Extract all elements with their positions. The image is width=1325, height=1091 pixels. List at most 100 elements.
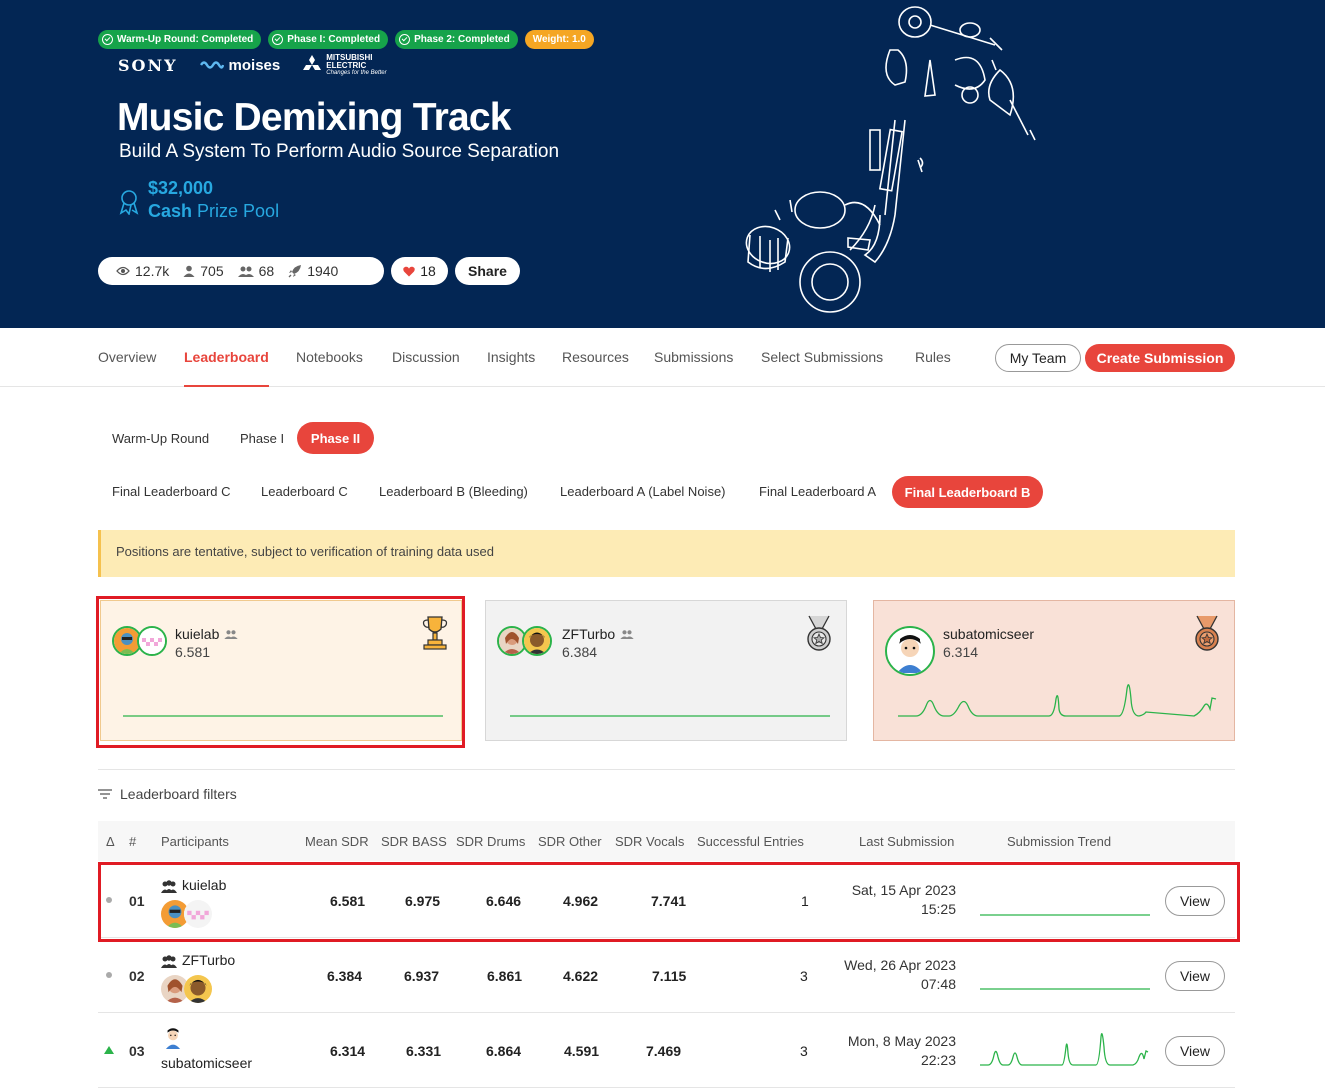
sdr-drums: 6.861 <box>487 968 523 984</box>
nav-discussion[interactable]: Discussion <box>392 349 460 365</box>
challenge-stats: 12.7k 705 68 1940 <box>98 257 384 285</box>
sdr-bass: 6.937 <box>404 968 440 984</box>
filter-icon <box>98 789 112 799</box>
col-rank: # <box>129 834 137 849</box>
participant-name[interactable]: ZFTurbo <box>182 952 235 968</box>
participant-name[interactable]: subatomicseer <box>161 1055 252 1071</box>
rank: 02 <box>129 968 145 984</box>
check-icon <box>102 34 113 45</box>
col-sdr-vocals[interactable]: SDR Vocals <box>615 834 684 849</box>
last-submission: Mon, 8 May 2023 22:23 <box>847 1033 956 1068</box>
submission-trend-chart <box>898 684 1217 717</box>
team-icon <box>620 630 634 639</box>
table-row: 03 subatomicseer 6.314 6.331 6.864 4.591… <box>98 1013 1235 1088</box>
podium-score: 6.314 <box>943 644 979 660</box>
board-tab-final-a[interactable]: Final Leaderboard A <box>759 484 876 499</box>
round-tab-phase-2[interactable]: Phase II <box>297 422 374 454</box>
podium-name: ZFTurbo <box>562 626 634 642</box>
prize-pool: $32,000 Cash Prize Pool <box>118 177 279 223</box>
share-button[interactable]: Share <box>455 257 520 285</box>
status-badges: Warm-Up Round: Completed Phase I: Comple… <box>98 30 594 49</box>
create-submission-button[interactable]: Create Submission <box>1085 344 1235 372</box>
check-icon <box>272 34 284 45</box>
check-icon <box>399 34 411 45</box>
mean-sdr: 6.314 <box>330 1043 366 1059</box>
weight-badge: Weight: 1.0 <box>524 30 594 49</box>
submission-trend-chart <box>980 1033 1149 1066</box>
team-avatars <box>161 1023 185 1051</box>
board-tab-a-label-noise[interactable]: Leaderboard A (Label Noise) <box>560 484 726 499</box>
sdr-other: 4.622 <box>563 968 599 984</box>
col-sdr-other[interactable]: SDR Other <box>538 834 602 849</box>
nav-rules[interactable]: Rules <box>915 349 951 365</box>
highlight-box <box>98 862 1240 942</box>
team-avatars <box>885 626 935 676</box>
highlight-box <box>96 596 465 748</box>
avatar <box>184 975 212 1003</box>
board-tab-final-b[interactable]: Final Leaderboard B <box>892 476 1043 508</box>
my-team-button[interactable]: My Team <box>995 344 1081 372</box>
sdr-drums: 6.864 <box>486 1043 522 1059</box>
sdr-vocals: 7.469 <box>646 1043 682 1059</box>
rank-up-arrow-icon <box>104 1046 114 1054</box>
podium-card-second[interactable]: ZFTurbo 6.384 <box>485 600 847 741</box>
like-button[interactable]: 18 <box>391 257 448 285</box>
teams-stat: 68 <box>237 263 274 279</box>
round-tab-phase-1[interactable]: Phase I <box>240 431 284 446</box>
rank: 03 <box>129 1043 145 1059</box>
col-delta: Δ <box>106 834 115 849</box>
bronze-medal-icon <box>1195 615 1219 651</box>
round-tab-warmup[interactable]: Warm-Up Round <box>112 431 209 446</box>
podium-card-third[interactable]: subatomicseer 6.314 <box>873 600 1235 741</box>
sdr-bass: 6.331 <box>406 1043 442 1059</box>
user-icon <box>183 265 195 277</box>
submission-trend-chart <box>510 715 830 717</box>
board-tab-c[interactable]: Leaderboard C <box>261 484 348 499</box>
col-participants: Participants <box>161 834 229 849</box>
nav-notebooks[interactable]: Notebooks <box>296 349 363 365</box>
view-button[interactable]: View <box>1165 961 1225 991</box>
avatar <box>885 626 935 676</box>
last-submission: Wed, 26 Apr 2023 07:48 <box>844 957 956 992</box>
rank-unchanged-dot <box>106 972 112 978</box>
nav-leaderboard[interactable]: Leaderboard <box>184 349 269 387</box>
instruments-illustration <box>745 6 1036 313</box>
successful-entries: 3 <box>800 968 808 984</box>
users-icon <box>237 266 254 277</box>
team-icon <box>161 955 177 968</box>
col-mean-sdr[interactable]: Mean SDR <box>305 834 369 849</box>
ribbon-award-icon <box>119 190 139 215</box>
leaderboard-filters-toggle[interactable]: Leaderboard filters <box>98 786 237 802</box>
col-last-submission[interactable]: Last Submission <box>859 834 954 849</box>
col-sdr-bass[interactable]: SDR BASS <box>381 834 447 849</box>
board-tab-b-bleeding[interactable]: Leaderboard B (Bleeding) <box>379 484 528 499</box>
col-successful-entries[interactable]: Successful Entries <box>697 834 804 849</box>
col-submission-trend: Submission Trend <box>1007 834 1112 849</box>
avatar <box>522 626 552 656</box>
nav-resources[interactable]: Resources <box>562 349 629 365</box>
views-stat: 12.7k <box>116 263 169 279</box>
eye-icon <box>116 266 130 276</box>
team-avatars <box>161 975 212 1003</box>
podium-score: 6.384 <box>562 644 598 660</box>
nav-overview[interactable]: Overview <box>98 349 156 365</box>
nav-select-submissions[interactable]: Select Submissions <box>761 349 883 365</box>
view-button[interactable]: View <box>1165 1036 1225 1066</box>
table-row: 02 ZFTurbo 6.384 6.937 6.861 4.622 7.115… <box>98 938 1235 1013</box>
mitsubishi-diamonds-icon <box>303 55 322 70</box>
nav-insights[interactable]: Insights <box>487 349 535 365</box>
challenge-subtitle: Build A System To Perform Audio Source S… <box>119 141 560 162</box>
status-badge: Phase I: Completed <box>268 30 389 49</box>
mean-sdr: 6.384 <box>327 968 363 984</box>
submission-trend-chart <box>980 988 1150 990</box>
col-sdr-drums[interactable]: SDR Drums <box>456 834 525 849</box>
moises-wave-icon <box>199 61 224 69</box>
challenge-title: Music Demixing Track <box>117 96 511 139</box>
submissions-stat: 1940 <box>288 263 338 279</box>
team-avatars <box>497 626 552 656</box>
challenge-hero: Warm-Up Round: Completed Phase I: Comple… <box>0 0 1325 328</box>
tentative-notice: Positions are tentative, subject to veri… <box>98 530 1235 577</box>
board-tab-final-c[interactable]: Final Leaderboard C <box>112 484 231 499</box>
avatar <box>161 1023 185 1051</box>
nav-submissions[interactable]: Submissions <box>654 349 733 365</box>
